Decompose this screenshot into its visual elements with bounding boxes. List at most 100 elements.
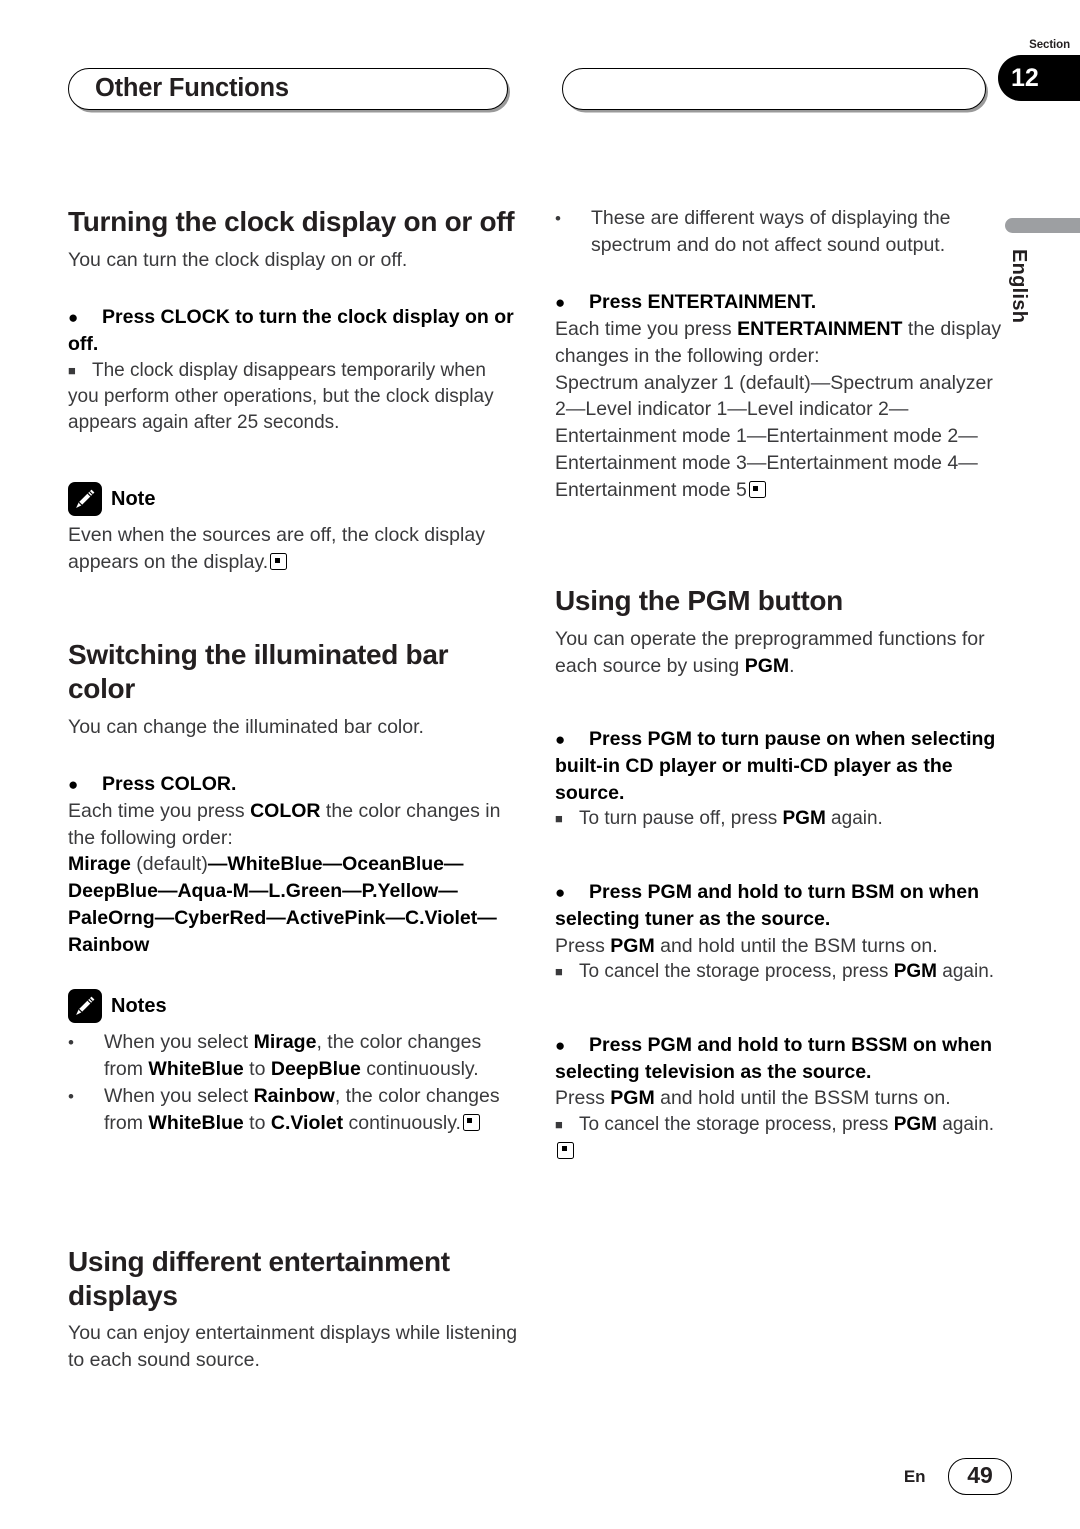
clock-step: ● Press CLOCK to turn the clock display o… xyxy=(68,304,520,358)
pgm-body-3-pre: Press xyxy=(555,1087,611,1110)
clock-note-body: Even when the sources are off, the clock… xyxy=(68,522,520,576)
pgm-body-2: Press PGM and hold until the BSM turns o… xyxy=(555,933,1007,960)
entertainment-step-text: Press ENTERTAINMENT. xyxy=(589,290,817,313)
pgm-subnote-1-keyword: PGM xyxy=(782,808,826,830)
end-of-section-icon xyxy=(270,553,288,571)
pgm-subnote-3: ■ To cancel the storage process, press PG… xyxy=(555,1112,1007,1164)
color-order-keyword: COLOR xyxy=(250,799,321,822)
entertainment-lead-note-text: These are different ways of displaying t… xyxy=(591,207,951,256)
entertainment-sequence-text: Spectrum analyzer 1 (default)—Spectrum a… xyxy=(555,371,993,502)
pencil-icon xyxy=(68,989,102,1024)
list-item: • When you select Mirage, the color chang… xyxy=(68,1029,520,1083)
end-of-section-icon xyxy=(462,1113,480,1131)
clock-subnote: ■ The clock display disappears temporaril… xyxy=(68,358,520,437)
bullet-circle-icon: ● xyxy=(555,882,566,902)
pgm-body-2-keyword: PGM xyxy=(610,934,655,957)
pgm-body-3-post: and hold until the BSSM turns on. xyxy=(654,1087,951,1110)
pgm-subnote-2: ■ To cancel the storage process, press PG… xyxy=(555,959,1007,985)
bullet-circle-icon: ● xyxy=(68,774,79,794)
color-step-text: Press COLOR. xyxy=(102,772,237,795)
pgm-step-2: ● Press PGM and hold to turn BSM on when … xyxy=(555,879,1007,933)
color-sequence: Mirage (default)—WhiteBlue—OceanBlue—Dee… xyxy=(68,851,520,959)
note-text-b2: WhiteBlue xyxy=(148,1057,244,1080)
pgm-subnote-3-keyword: PGM xyxy=(893,1114,937,1136)
pgm-step-2-text: Press PGM and hold to turn BSM on when s… xyxy=(555,880,980,930)
section-number-badge: 12 xyxy=(998,54,1080,101)
bullet-square-icon: ■ xyxy=(555,1117,563,1133)
end-of-section-icon xyxy=(557,1141,574,1159)
right-column: • These are different ways of displaying … xyxy=(555,205,1007,1165)
note-text-p3: to xyxy=(243,1057,271,1080)
color-notes-list: • When you select Mirage, the color chang… xyxy=(68,1029,520,1137)
pgm-subnote-2-keyword: PGM xyxy=(893,961,937,983)
bullet-square-icon: ■ xyxy=(68,362,76,378)
pgm-body-2-pre: Press xyxy=(555,934,611,957)
heading-pgm-button: Using the PGM button xyxy=(555,585,843,617)
list-item: • These are different ways of displaying … xyxy=(555,205,1007,259)
bullet-dot-icon: • xyxy=(555,209,561,228)
entertainment-order-body: Each time you press ENTERTAINMENT the di… xyxy=(555,316,1007,370)
bullet-circle-icon: ● xyxy=(555,729,566,749)
entertainment-order-keyword: ENTERTAINMENT xyxy=(737,317,903,340)
pgm-body-2-post: and hold until the BSM turns on. xyxy=(654,934,938,957)
pgm-intro: You can operate the preprogrammed functi… xyxy=(555,626,1007,680)
side-tab-bar xyxy=(1005,218,1080,233)
notes-title: Notes xyxy=(111,994,167,1017)
entertainment-lead-note-list: • These are different ways of displaying … xyxy=(555,205,1007,259)
section-badge-group: Section 12 xyxy=(990,39,1080,101)
pgm-subnote-1: ■ To turn pause off, press PGM again. xyxy=(555,806,1007,832)
bullet-circle-icon: ● xyxy=(555,292,566,312)
page-footer: En 49 xyxy=(0,1458,1012,1495)
pgm-step-3-text: Press PGM and hold to turn BSSM on when … xyxy=(555,1033,993,1083)
color-intro: You can change the illuminated bar color… xyxy=(68,715,424,738)
page-number: 49 xyxy=(948,1458,1012,1495)
end-of-section-icon xyxy=(748,481,766,499)
heading-entertainment-displays: Using different entertainment displays xyxy=(68,1245,450,1311)
language-side-tab: English xyxy=(1003,218,1080,324)
color-order-body: Each time you press COLOR the color chan… xyxy=(68,798,520,852)
note-text-p4: continuously. xyxy=(343,1111,461,1134)
note-text-b1: Rainbow xyxy=(253,1084,335,1107)
pgm-subnote-2-post: again. xyxy=(937,961,995,983)
pgm-intro-post: . xyxy=(789,654,795,677)
pgm-body-3-keyword: PGM xyxy=(610,1087,655,1110)
bullet-square-icon: ■ xyxy=(555,964,563,980)
entertainment-sequence: Spectrum analyzer 1 (default)—Spectrum a… xyxy=(555,370,1007,505)
pgm-step-1: ● Press PGM to turn pause on when selecti… xyxy=(555,726,1007,807)
pgm-subnote-1-post: again. xyxy=(825,808,883,830)
note-text-b3: DeepBlue xyxy=(270,1057,361,1080)
note-header: Note xyxy=(68,482,520,517)
clock-note-line-1: Even when the sources are off, the clock… xyxy=(68,524,485,547)
color-sequence-first: Mirage xyxy=(68,853,131,876)
bullet-dot-icon: • xyxy=(68,1033,74,1053)
section-label: Section xyxy=(1029,39,1070,51)
entertainment-order-pre: Each time you press xyxy=(555,317,738,340)
note-text-p3: to xyxy=(243,1111,271,1134)
note-text-b3: C.Violet xyxy=(270,1111,344,1134)
note-text-p1: When you select xyxy=(104,1084,254,1107)
left-column: Turning the clock display on or off You … xyxy=(68,205,520,1374)
note-text-b1: Mirage xyxy=(253,1031,317,1054)
clock-note-line-2: appears on the display. xyxy=(68,551,269,574)
clock-intro: You can turn the clock display on or off… xyxy=(68,248,408,271)
pgm-intro-keyword: PGM xyxy=(744,654,790,677)
pgm-subnote-3-pre: To cancel the storage process, press xyxy=(579,1114,894,1136)
pgm-step-1-text: Press PGM to turn pause on when selectin… xyxy=(555,727,996,804)
note-text-p4: continuously. xyxy=(360,1057,479,1080)
entertainment-step: ● Press ENTERTAINMENT. xyxy=(555,289,1007,316)
heading-bar-color: Switching the illuminated bar color xyxy=(68,639,449,704)
bullet-circle-icon: ● xyxy=(68,307,79,327)
bullet-circle-icon: ● xyxy=(555,1035,566,1055)
list-item: • When you select Rainbow, the color chan… xyxy=(68,1083,520,1137)
side-tab-language-label: English xyxy=(1008,249,1030,324)
